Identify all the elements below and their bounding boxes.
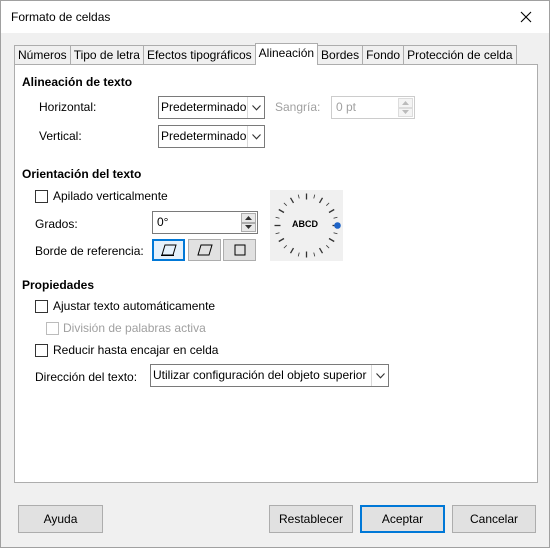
horizontal-label: Horizontal: <box>39 100 97 114</box>
text-direction-label: Dirección del texto: <box>35 370 138 384</box>
wrap-text-label: Ajustar texto automáticamente <box>53 299 216 313</box>
chevron-down-icon <box>247 126 264 147</box>
shrink-checkbox[interactable] <box>35 344 48 357</box>
text-direction-select[interactable]: Utilizar configuración del objeto superi… <box>150 364 389 387</box>
close-icon <box>520 11 532 23</box>
degrees-value: 0° <box>157 215 169 229</box>
reference-edge-inside-button[interactable] <box>223 239 256 261</box>
properties-heading: Propiedades <box>22 278 95 292</box>
dial-knob <box>334 222 341 229</box>
vertical-select[interactable]: Predeterminado <box>158 125 265 148</box>
reference-edge-bottom-button[interactable] <box>152 239 185 261</box>
tab-cell-protection[interactable]: Protección de celda <box>403 45 517 65</box>
spin-up-icon <box>241 213 256 223</box>
help-button[interactable]: Ayuda <box>18 505 103 533</box>
tab-borders[interactable]: Bordes <box>317 45 364 65</box>
tab-numbers[interactable]: Números <box>14 45 71 65</box>
chevron-down-icon <box>371 365 388 386</box>
degrees-label: Grados: <box>35 217 78 231</box>
horizontal-select-value: Predeterminado <box>161 100 247 114</box>
wrap-text-checkbox[interactable] <box>35 300 48 313</box>
alignment-panel: Alineación de texto Horizontal: Predeter… <box>14 64 538 483</box>
text-orientation-heading: Orientación del texto <box>22 167 142 181</box>
stacked-checkbox[interactable] <box>35 190 48 203</box>
reference-edge-label: Borde de referencia: <box>35 244 144 258</box>
tab-bar: Números Tipo de letra Efectos tipográfic… <box>14 43 517 65</box>
parallelogram-top-icon <box>196 244 213 256</box>
hyphenation-label: División de palabras activa <box>63 321 206 335</box>
reference-edge-top-button[interactable] <box>188 239 221 261</box>
ok-button[interactable]: Aceptar <box>360 505 445 533</box>
tab-font-effects[interactable]: Efectos tipográficos <box>142 45 256 65</box>
spin-down-icon <box>398 107 413 117</box>
hyphenation-checkbox[interactable] <box>46 322 59 335</box>
window-title: Formato de celdas <box>11 10 111 24</box>
vertical-select-value: Predeterminado <box>161 129 247 143</box>
vertical-label: Vertical: <box>39 129 82 143</box>
text-alignment-heading: Alineación de texto <box>22 75 133 89</box>
indent-spinbox[interactable]: 0 pt <box>331 96 415 119</box>
dial-text: ABCD <box>292 219 318 229</box>
chevron-down-icon <box>247 97 264 118</box>
indent-value: 0 pt <box>336 100 357 114</box>
tab-font[interactable]: Tipo de letra <box>69 45 144 65</box>
spin-up-icon <box>398 98 413 108</box>
shrink-label: Reducir hasta encajar en celda <box>53 343 219 357</box>
spin-down-icon <box>241 222 256 232</box>
horizontal-select[interactable]: Predeterminado <box>158 96 265 119</box>
degrees-spinbox[interactable]: 0° <box>152 211 258 234</box>
close-button[interactable] <box>503 1 549 33</box>
tab-background[interactable]: Fondo <box>362 45 405 65</box>
title-bar: Formato de celdas <box>1 1 549 33</box>
stacked-label: Apilado verticalmente <box>53 189 168 203</box>
tab-alignment[interactable]: Alineación <box>254 43 319 65</box>
format-cells-dialog: Formato de celdas Números Tipo de letra … <box>0 0 550 548</box>
parallelogram-bottom-icon <box>160 244 177 256</box>
cancel-button[interactable]: Cancelar <box>452 505 536 533</box>
square-icon <box>234 244 245 256</box>
reset-button[interactable]: Restablecer <box>269 505 353 533</box>
rotation-dial[interactable]: ABCD <box>270 190 343 261</box>
indent-label: Sangría: <box>275 100 321 114</box>
text-direction-value: Utilizar configuración del objeto superi… <box>153 368 367 382</box>
